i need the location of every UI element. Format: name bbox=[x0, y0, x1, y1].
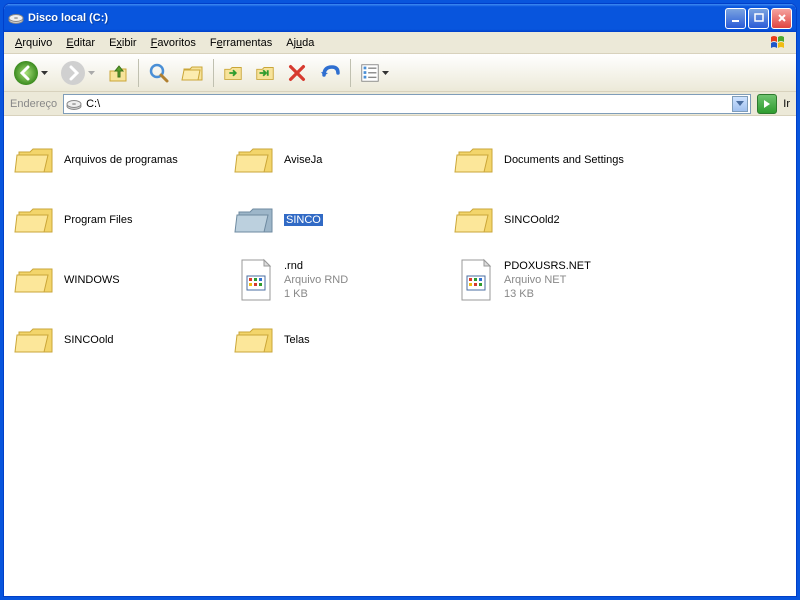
drive-icon bbox=[8, 10, 24, 26]
addressbar: Endereço C:\ Ir bbox=[4, 92, 796, 116]
menu-ferramentas[interactable]: Ferramentas bbox=[203, 34, 279, 52]
item-label: Documents and Settings bbox=[504, 153, 624, 167]
folder-item[interactable]: SINCOold bbox=[12, 312, 232, 368]
item-label: AviseJa bbox=[284, 153, 322, 167]
drive-icon bbox=[66, 96, 82, 112]
windows-logo-icon bbox=[766, 35, 792, 51]
file-icon bbox=[454, 260, 498, 300]
file-item[interactable]: PDOXUSRS.NETArquivo NET13 KB bbox=[452, 252, 672, 308]
folder-icon bbox=[454, 200, 498, 240]
folder-icon bbox=[234, 200, 278, 240]
folders-button[interactable] bbox=[179, 59, 207, 87]
minimize-button[interactable] bbox=[725, 8, 746, 29]
folder-item[interactable]: SINCO bbox=[232, 192, 452, 248]
item-label: SINCO bbox=[284, 213, 323, 227]
menubar: Arquivo Editar Exibir Favoritos Ferramen… bbox=[4, 32, 796, 54]
folder-item[interactable]: SINCOold2 bbox=[452, 192, 672, 248]
go-button[interactable] bbox=[757, 94, 777, 114]
menu-editar[interactable]: Editar bbox=[59, 34, 102, 52]
separator bbox=[213, 59, 214, 87]
item-label: PDOXUSRS.NETArquivo NET13 KB bbox=[504, 259, 591, 302]
up-button[interactable] bbox=[104, 59, 132, 87]
menu-ajuda[interactable]: Ajuda bbox=[279, 34, 321, 52]
menu-exibir[interactable]: Exibir bbox=[102, 34, 144, 52]
folder-icon bbox=[14, 320, 58, 360]
undo-button[interactable] bbox=[316, 59, 344, 87]
file-list[interactable]: Arquivos de programas AviseJa Documents an… bbox=[4, 116, 796, 596]
close-button[interactable] bbox=[771, 8, 792, 29]
delete-button[interactable] bbox=[284, 60, 310, 86]
menu-arquivo[interactable]: Arquivo bbox=[8, 34, 59, 52]
folder-icon bbox=[234, 320, 278, 360]
copy-to-button[interactable] bbox=[252, 60, 278, 86]
folder-item[interactable]: Telas bbox=[232, 312, 452, 368]
folder-icon bbox=[454, 140, 498, 180]
folder-icon bbox=[14, 260, 58, 300]
views-button[interactable] bbox=[357, 60, 392, 86]
item-label: WINDOWS bbox=[64, 273, 120, 287]
folder-icon bbox=[234, 140, 278, 180]
window-title: Disco local (C:) bbox=[28, 12, 725, 24]
folder-item[interactable]: AviseJa bbox=[232, 132, 452, 188]
item-label: Program Files bbox=[64, 213, 132, 227]
item-label: .rndArquivo RND1 KB bbox=[284, 259, 348, 302]
separator bbox=[350, 59, 351, 87]
address-label: Endereço bbox=[10, 98, 57, 110]
file-icon bbox=[234, 260, 278, 300]
folder-icon bbox=[14, 200, 58, 240]
explorer-window: Disco local (C:) Arquivo Editar Exibir F… bbox=[3, 3, 797, 597]
item-label: Telas bbox=[284, 333, 310, 347]
chevron-down-icon bbox=[87, 71, 96, 75]
forward-button[interactable] bbox=[57, 57, 98, 89]
menu-favoritos[interactable]: Favoritos bbox=[144, 34, 203, 52]
chevron-down-icon bbox=[381, 71, 390, 75]
search-button[interactable] bbox=[145, 59, 173, 87]
back-button[interactable] bbox=[10, 57, 51, 89]
chevron-down-icon bbox=[40, 71, 49, 75]
go-label: Ir bbox=[783, 98, 790, 110]
item-label: Arquivos de programas bbox=[64, 153, 178, 167]
address-input[interactable]: C:\ bbox=[63, 94, 751, 114]
titlebar[interactable]: Disco local (C:) bbox=[4, 4, 796, 32]
folder-item[interactable]: WINDOWS bbox=[12, 252, 232, 308]
move-to-button[interactable] bbox=[220, 60, 246, 86]
separator bbox=[138, 59, 139, 87]
file-item[interactable]: .rndArquivo RND1 KB bbox=[232, 252, 452, 308]
folder-item[interactable]: Program Files bbox=[12, 192, 232, 248]
address-path: C:\ bbox=[86, 98, 732, 110]
folder-item[interactable]: Arquivos de programas bbox=[12, 132, 232, 188]
folder-icon bbox=[14, 140, 58, 180]
toolbar bbox=[4, 54, 796, 92]
maximize-button[interactable] bbox=[748, 8, 769, 29]
address-dropdown[interactable] bbox=[732, 96, 748, 112]
folder-item[interactable]: Documents and Settings bbox=[452, 132, 672, 188]
item-label: SINCOold2 bbox=[504, 213, 560, 227]
item-label: SINCOold bbox=[64, 333, 114, 347]
